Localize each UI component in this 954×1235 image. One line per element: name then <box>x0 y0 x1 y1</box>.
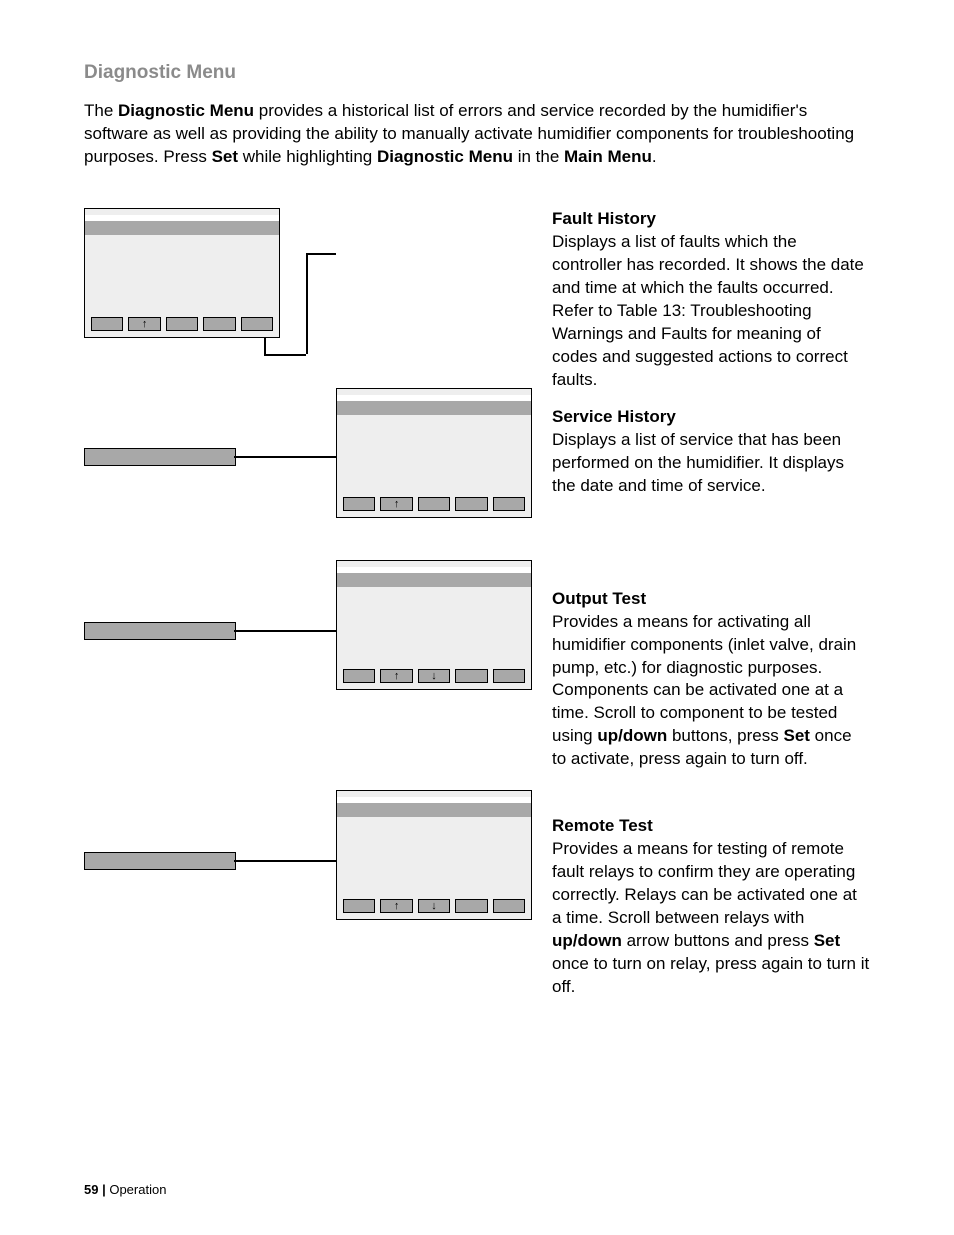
heading: Remote Test <box>552 815 870 838</box>
soft-button <box>343 497 375 511</box>
diagram-column: ↓ ↑ <box>84 208 532 978</box>
soft-button <box>343 669 375 683</box>
heading: Fault History <box>552 208 870 231</box>
section-title: Diagnostic Menu <box>84 60 870 86</box>
up-icon: ↑ <box>128 317 160 331</box>
page: Diagnostic Menu The Diagnostic Menu prov… <box>0 0 954 1235</box>
soft-button <box>455 899 487 913</box>
down-icon: ↓ <box>418 899 450 913</box>
panel-remote-test: ↑ ↓ <box>336 790 532 920</box>
soft-button <box>166 317 198 331</box>
heading: Service History <box>552 406 870 429</box>
soft-button <box>418 497 450 511</box>
section-remote-test: Remote Test Provides a means for testing… <box>552 815 870 999</box>
soft-button <box>455 669 487 683</box>
soft-button <box>241 317 273 331</box>
soft-button <box>493 497 525 511</box>
panel-output-test: ↑ ↓ <box>336 560 532 690</box>
soft-button <box>203 317 235 331</box>
body-text: Provides a means for testing of remote f… <box>552 838 870 999</box>
up-icon: ↑ <box>380 497 412 511</box>
label-tag <box>84 622 236 640</box>
soft-button <box>343 899 375 913</box>
body-text: Provides a means for activating all humi… <box>552 611 870 772</box>
soft-button <box>493 669 525 683</box>
soft-button <box>493 899 525 913</box>
label-tag <box>84 448 236 466</box>
body-text: Displays a list of service that has been… <box>552 429 870 498</box>
section-service-history: Service History Displays a list of servi… <box>552 406 870 498</box>
panel-fault-history: ↑ <box>84 208 280 338</box>
up-icon: ↑ <box>380 669 412 683</box>
soft-button <box>91 317 123 331</box>
section-fault-history: Fault History Displays a list of faults … <box>552 208 870 392</box>
body-text: Displays a list of faults which the cont… <box>552 231 870 392</box>
description-column: Fault History Displays a list of faults … <box>552 208 870 1012</box>
up-icon: ↑ <box>380 899 412 913</box>
soft-button <box>455 497 487 511</box>
page-footer: 59 | Operation <box>84 1181 166 1199</box>
section-output-test: Output Test Provides a means for activat… <box>552 588 870 772</box>
down-icon: ↓ <box>418 669 450 683</box>
intro-paragraph: The Diagnostic Menu provides a historica… <box>84 100 870 169</box>
heading: Output Test <box>552 588 870 611</box>
label-tag <box>84 852 236 870</box>
panel-service-history: ↑ <box>336 388 532 518</box>
